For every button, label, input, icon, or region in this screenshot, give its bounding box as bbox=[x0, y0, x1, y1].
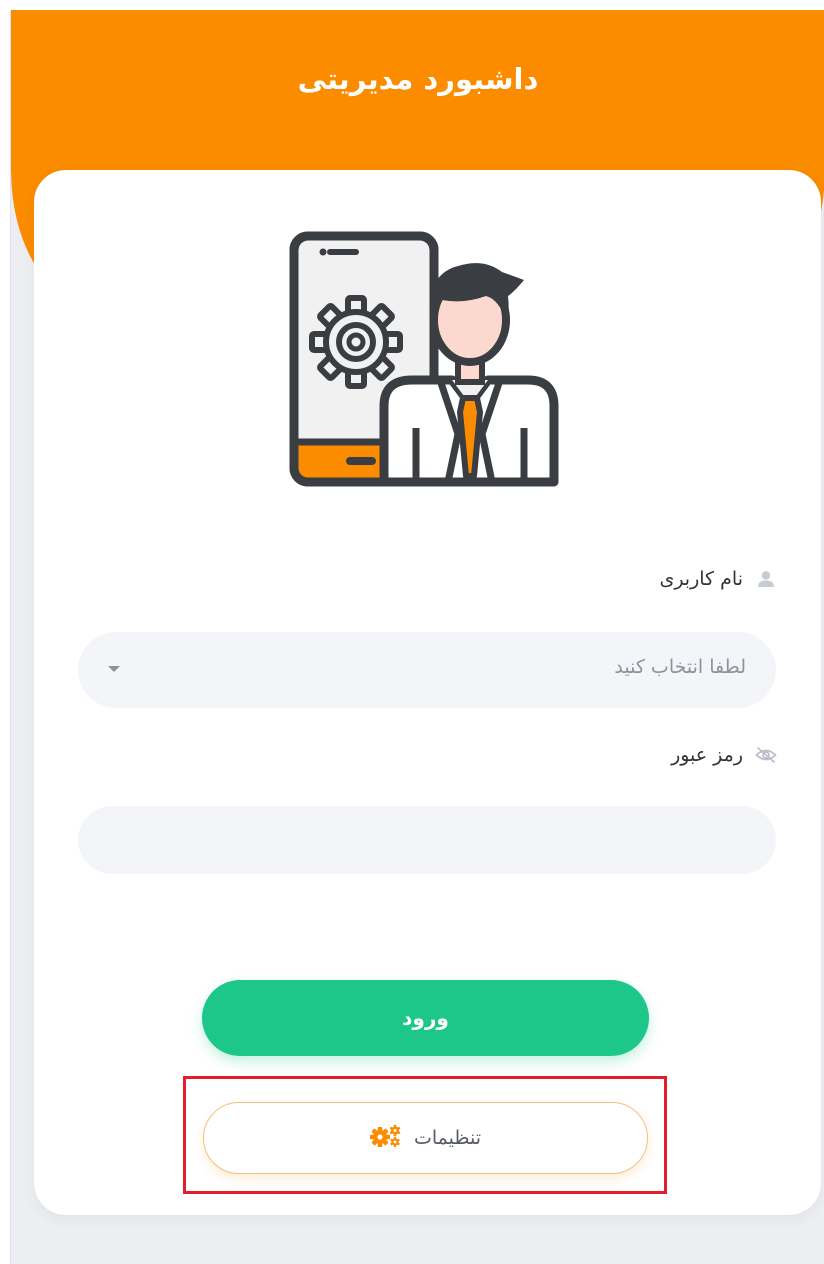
eye-slash-icon[interactable] bbox=[755, 744, 777, 766]
password-field[interactable] bbox=[78, 806, 776, 874]
username-select[interactable]: لطفا انتخاب کنید bbox=[78, 632, 776, 708]
username-label: نام کاربری bbox=[659, 568, 743, 590]
password-label-row: رمز عبور bbox=[671, 744, 777, 766]
login-card: نام کاربری لطفا انتخاب کنید رمز عبور ورو… bbox=[34, 170, 821, 1215]
app-container: داشبورد مدیریتی نام کاربری لطفا انتخاب ک… bbox=[10, 10, 824, 1264]
user-icon bbox=[755, 568, 777, 590]
left-gutter bbox=[0, 0, 10, 1264]
settings-button[interactable]: تنظیمات bbox=[203, 1102, 648, 1174]
page-title: داشبورد مدیریتی bbox=[297, 62, 539, 96]
gears-icon bbox=[370, 1124, 402, 1152]
settings-label: تنظیمات bbox=[414, 1127, 482, 1149]
chevron-down-icon bbox=[108, 666, 120, 672]
admin-settings-illustration bbox=[289, 231, 559, 487]
username-select-placeholder: لطفا انتخاب کنید bbox=[614, 656, 746, 678]
login-button[interactable]: ورود bbox=[202, 980, 649, 1056]
password-label: رمز عبور bbox=[671, 744, 743, 766]
username-label-row: نام کاربری bbox=[659, 568, 777, 590]
